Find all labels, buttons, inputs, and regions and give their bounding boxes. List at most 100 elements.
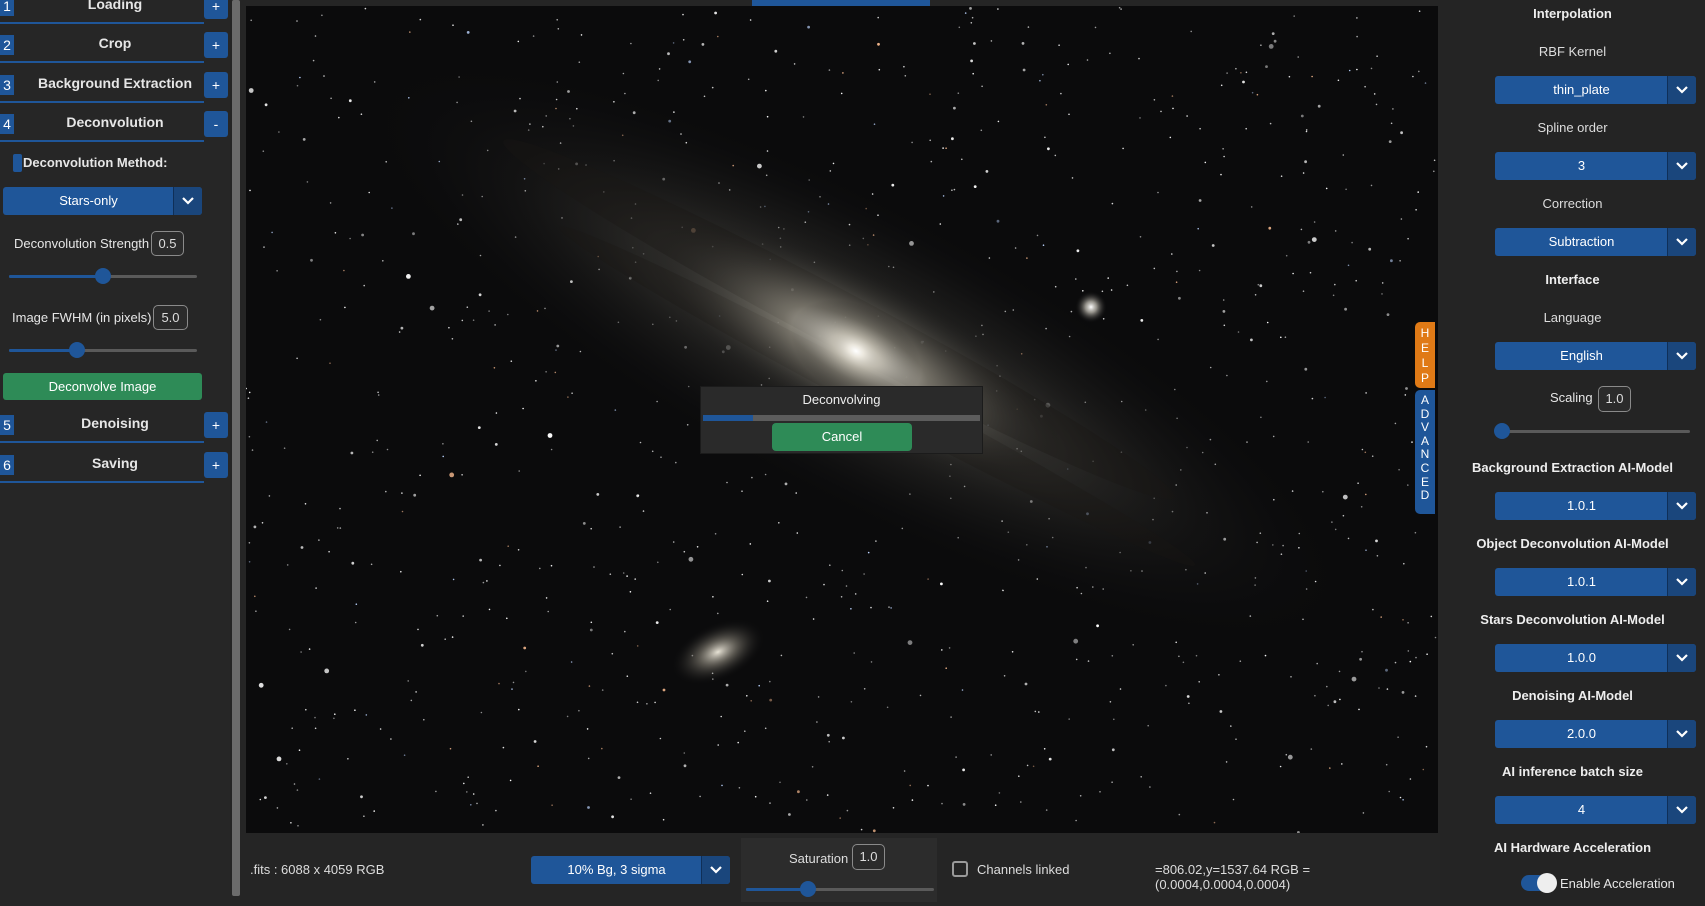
chevron-down-icon[interactable] — [1667, 720, 1696, 748]
expand-button[interactable]: + — [204, 452, 228, 478]
deconvolve-image-button[interactable]: Deconvolve Image — [3, 373, 202, 400]
deconvolving-dialog: Deconvolving Cancel — [700, 386, 983, 454]
expand-button[interactable]: + — [204, 32, 228, 58]
scaling-label: Scaling — [1550, 390, 1593, 405]
top-progress-strip — [752, 0, 930, 6]
collapse-button[interactable]: - — [204, 111, 228, 137]
method-dropdown[interactable]: Stars-only — [3, 187, 202, 215]
method-marker — [13, 154, 22, 172]
help-tab-letter: L — [1421, 356, 1429, 370]
chevron-down-icon[interactable] — [1667, 76, 1696, 104]
section-title: Deconvolution — [66, 114, 164, 130]
section-number: 3 — [0, 75, 14, 95]
channels-linked-checkbox[interactable] — [952, 861, 968, 877]
section-divider — [0, 140, 204, 142]
section-saving[interactable]: 6 Saving + — [0, 445, 230, 483]
chevron-down-icon[interactable] — [1667, 492, 1696, 520]
fwhm-slider[interactable] — [9, 342, 197, 358]
chevron-down-icon[interactable] — [1667, 568, 1696, 596]
dialog-title: Deconvolving — [802, 392, 881, 407]
chevron-down-icon[interactable] — [701, 856, 730, 884]
spline-order-value: 3 — [1577, 158, 1586, 173]
advanced-tab-letter: A — [1420, 433, 1429, 448]
obj-deconv-heading: Object Deconvolution AI-Model — [1476, 536, 1669, 551]
advanced-tab-letter: A — [1420, 393, 1429, 407]
obj-deconv-dropdown[interactable]: 1.0.1 — [1495, 568, 1696, 596]
scaling-slider[interactable] — [1494, 423, 1690, 439]
strength-slider[interactable] — [9, 268, 197, 284]
advanced-tab-letter: N — [1420, 447, 1430, 462]
section-divider — [0, 481, 204, 483]
chevron-down-icon[interactable] — [1667, 152, 1696, 180]
slider-handle[interactable] — [1494, 423, 1510, 439]
section-title: Saving — [92, 455, 138, 471]
section-crop[interactable]: 2 Crop + — [0, 25, 230, 63]
correction-dropdown[interactable]: Subtraction — [1495, 228, 1696, 256]
advanced-tab[interactable]: A D V A N C E D — [1415, 390, 1435, 514]
channels-linked-label: Channels linked — [977, 862, 1070, 877]
acceleration-toggle[interactable] — [1521, 873, 1557, 893]
correction-label: Correction — [1542, 196, 1603, 211]
saturation-label: Saturation — [789, 851, 849, 866]
section-title: Denoising — [81, 415, 149, 431]
stretch-dropdown[interactable]: 10% Bg, 3 sigma — [531, 856, 730, 884]
denoise-dropdown[interactable]: 2.0.0 — [1495, 720, 1696, 748]
section-deconvolution[interactable]: 4 Deconvolution - — [0, 104, 230, 142]
acceleration-label: Enable Acceleration — [1560, 876, 1675, 891]
rbf-kernel-dropdown[interactable]: thin_plate — [1495, 76, 1696, 104]
slider-handle[interactable] — [68, 342, 85, 358]
section-divider — [0, 441, 204, 443]
toggle-knob — [1537, 873, 1557, 893]
chevron-down-icon[interactable] — [1667, 644, 1696, 672]
denoise-heading: Denoising AI-Model — [1512, 688, 1633, 703]
stars-deconv-value: 1.0.0 — [1567, 650, 1596, 665]
right-panel: Interpolation RBF Kernel thin_plate Spli… — [1440, 0, 1705, 906]
chevron-down-icon[interactable] — [1667, 228, 1696, 256]
slider-handle[interactable] — [95, 268, 111, 284]
chevron-down-icon[interactable] — [173, 187, 202, 215]
chevron-down-icon[interactable] — [1667, 342, 1696, 370]
saturation-panel: Saturation 1.0 — [741, 838, 937, 902]
expand-button[interactable]: + — [204, 412, 228, 438]
stars-deconv-heading: Stars Deconvolution AI-Model — [1480, 612, 1665, 627]
section-title: Loading — [87, 0, 143, 12]
stars-deconv-dropdown[interactable]: 1.0.0 — [1495, 644, 1696, 672]
section-loading[interactable]: 1 Loading + — [0, 0, 230, 24]
section-number: 4 — [0, 114, 14, 134]
stretch-value: 10% Bg, 3 sigma — [567, 862, 666, 877]
section-denoising[interactable]: 5 Denoising + — [0, 405, 230, 443]
cancel-button[interactable]: Cancel — [772, 423, 912, 451]
batch-size-dropdown[interactable]: 4 — [1495, 796, 1696, 824]
chevron-down-icon[interactable] — [1667, 796, 1696, 824]
saturation-value-box[interactable]: 1.0 — [852, 844, 885, 870]
interpolation-heading: Interpolation — [1533, 6, 1612, 21]
saturation-slider[interactable] — [746, 881, 934, 897]
section-number: 1 — [0, 0, 14, 16]
interface-heading: Interface — [1545, 272, 1600, 287]
section-background-extraction[interactable]: 3 Background Extraction + — [0, 65, 230, 103]
cursor-coordinates: =806.02,y=1537.64 RGB = (0.0004,0.0004,0… — [1155, 862, 1311, 892]
section-divider — [0, 22, 204, 24]
strength-value-box[interactable]: 0.5 — [151, 231, 184, 256]
batch-size-value: 4 — [1577, 802, 1586, 817]
file-info: .fits : 6088 x 4059 RGB — [250, 862, 385, 877]
section-number: 2 — [0, 35, 14, 55]
fwhm-value-box[interactable]: 5.0 — [153, 305, 188, 330]
advanced-tab-letter: V — [1420, 420, 1429, 435]
expand-button[interactable]: + — [204, 72, 228, 98]
language-value: English — [1560, 348, 1603, 363]
advanced-tab-letter: D — [1420, 488, 1430, 503]
left-panel-scrollbar[interactable] — [232, 0, 240, 896]
bottom-bar: .fits : 6088 x 4059 RGB 10% Bg, 3 sigma … — [246, 836, 1438, 906]
bg-model-dropdown[interactable]: 1.0.1 — [1495, 492, 1696, 520]
language-dropdown[interactable]: English — [1495, 342, 1696, 370]
batch-size-heading: AI inference batch size — [1502, 764, 1643, 779]
rbf-kernel-label: RBF Kernel — [1538, 44, 1607, 59]
help-tab[interactable]: H E L P — [1415, 322, 1435, 388]
advanced-tab-letter: D — [1420, 406, 1430, 421]
spline-order-dropdown[interactable]: 3 — [1495, 152, 1696, 180]
scaling-value-box[interactable]: 1.0 — [1598, 386, 1631, 412]
expand-button[interactable]: + — [204, 0, 228, 19]
fwhm-label: Image FWHM (in pixels) — [12, 310, 152, 325]
slider-handle[interactable] — [800, 881, 817, 897]
